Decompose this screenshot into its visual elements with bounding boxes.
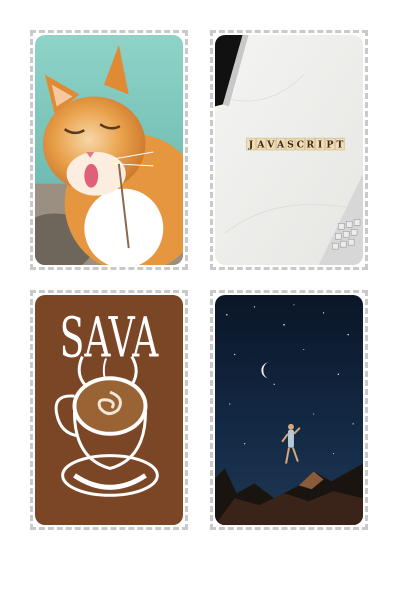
night-sky-photo xyxy=(215,295,363,525)
tile-letter: I xyxy=(318,140,322,151)
tile-letter: C xyxy=(297,140,304,151)
tile-letter: S xyxy=(287,140,294,151)
cat-photo xyxy=(35,35,183,265)
night-sky-card[interactable] xyxy=(210,290,368,530)
night-sky-image xyxy=(215,295,363,525)
cat-image xyxy=(35,35,183,265)
javascript-image: J A V A S C R I P T xyxy=(215,35,363,265)
javascript-tiles-photo: J A V A S C R I P T xyxy=(215,35,363,265)
tile-letter: J xyxy=(248,140,254,151)
tile-letter: P xyxy=(326,140,333,151)
cat-photo-card[interactable] xyxy=(30,30,188,270)
tile-letter: V xyxy=(266,140,275,151)
javascript-photo-card[interactable]: J A V A S C R I P T xyxy=(210,30,368,270)
coffee-logo-card[interactable]: SAVA xyxy=(30,290,188,530)
tile-letter: A xyxy=(276,140,285,151)
coffee-logo-image: SAVA xyxy=(35,295,183,525)
tile-letter: A xyxy=(256,140,265,151)
coffee-logo: SAVA xyxy=(35,295,183,525)
tile-letter: R xyxy=(306,140,314,151)
logo-lettering: SAVA xyxy=(60,306,159,370)
tile-letter: T xyxy=(336,140,343,151)
